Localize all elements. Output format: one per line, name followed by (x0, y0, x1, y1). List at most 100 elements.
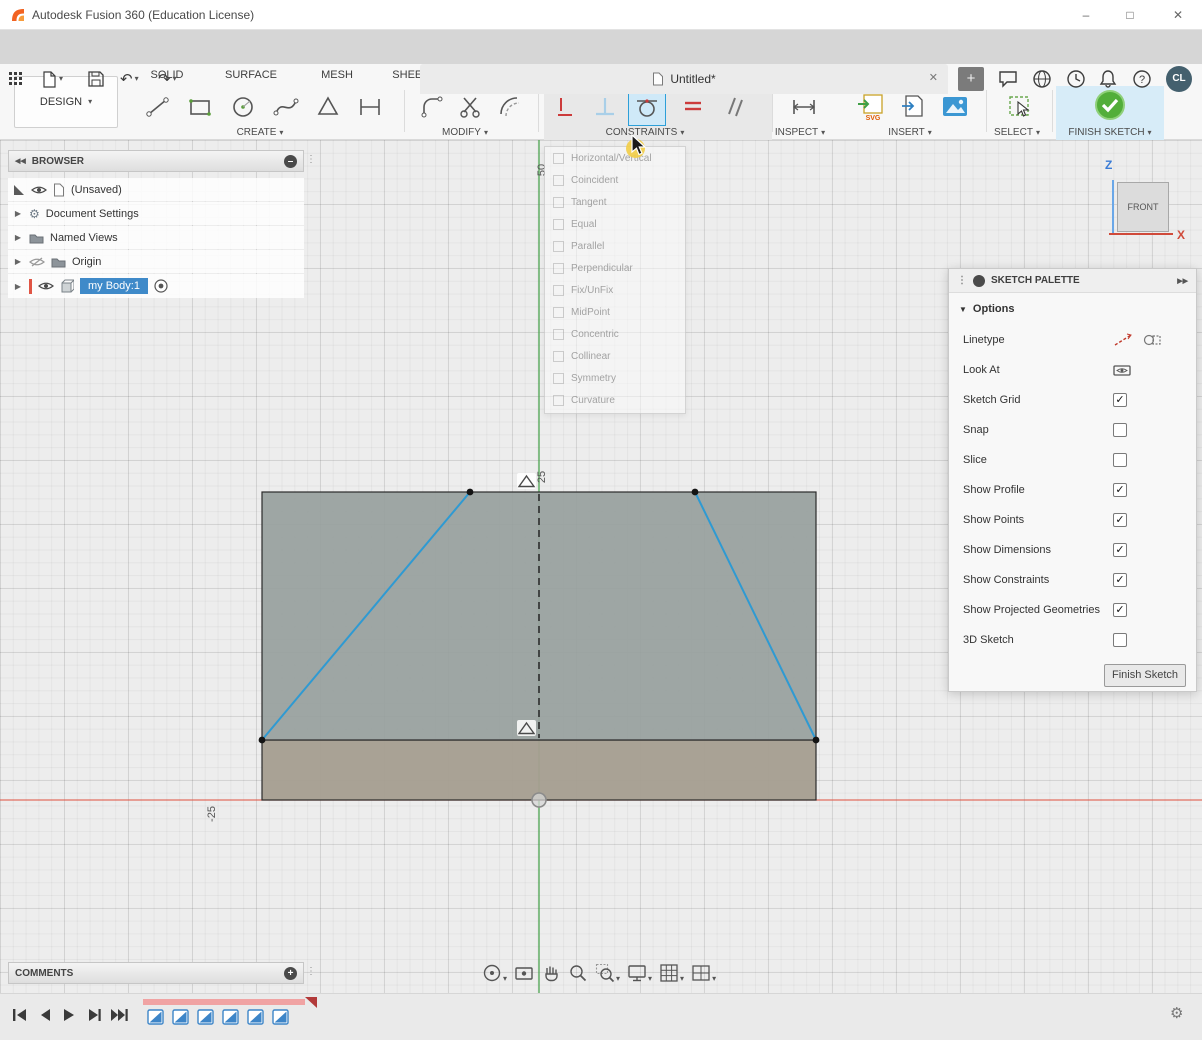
parallel-constraint-button[interactable] (718, 90, 752, 124)
insert-group-label[interactable]: INSERT ▾ (866, 126, 954, 139)
timeline-feature-sketch[interactable] (221, 1007, 241, 1027)
create-group-label[interactable]: CREATE ▾ (215, 126, 305, 139)
show-points-checkbox[interactable]: ✓ (1113, 513, 1127, 527)
polygon-tool-button[interactable] (310, 90, 346, 124)
timeline-rollback-bar[interactable] (143, 999, 305, 1005)
offset-tool-button[interactable] (492, 90, 528, 124)
ground-target-icon[interactable] (154, 279, 168, 293)
user-avatar[interactable]: CL (1166, 66, 1192, 92)
options-section-header[interactable]: ▼ Options (949, 293, 1196, 325)
equal-constraint-button[interactable] (676, 90, 710, 124)
minimize-button[interactable]: – (1068, 0, 1104, 30)
close-button[interactable]: ✕ (1160, 0, 1196, 30)
expand-arrow-icon[interactable]: ▶ (13, 282, 23, 291)
palette-drag-grip[interactable]: ⋮ (957, 275, 967, 286)
sketch-point[interactable] (692, 489, 699, 496)
inspect-group-label[interactable]: INSPECT ▾ (757, 126, 843, 139)
timeline-go-to-start-button[interactable] (8, 1003, 31, 1026)
sketch-palette-header[interactable]: ⋮ SKETCH PALETTE ▶▶ (949, 269, 1196, 293)
show-dimensions-checkbox[interactable]: ✓ (1113, 543, 1127, 557)
insert-svg-button[interactable]: SVG (852, 90, 888, 124)
grid-settings-button[interactable]: ▾ (659, 963, 684, 983)
slice-checkbox[interactable] (1113, 453, 1127, 467)
viewcube[interactable]: Z FRONT X (1095, 152, 1199, 252)
fillet-tool-button[interactable] (414, 90, 450, 124)
viewports-button[interactable]: ▾ (691, 963, 716, 983)
horizontal-vertical-constraint-button[interactable] (548, 90, 582, 124)
menu-item-perpendicular[interactable]: Perpendicular (545, 257, 685, 279)
timeline-feature-sketch[interactable] (246, 1007, 266, 1027)
menu-item-equal[interactable]: Equal (545, 213, 685, 235)
browser-collapse-button[interactable]: – (284, 155, 297, 168)
menu-item-fix-unfix[interactable]: Fix/UnFix (545, 279, 685, 301)
circle-tool-button[interactable] (225, 90, 261, 124)
save-button[interactable] (88, 68, 104, 90)
show-constraints-checkbox[interactable]: ✓ (1113, 573, 1127, 587)
constraint-glyph-bottom[interactable] (517, 720, 536, 736)
timeline-play-button[interactable] (57, 1003, 80, 1026)
expand-arrow-icon[interactable]: ▶ (13, 257, 23, 266)
timeline-settings-button[interactable]: ⚙ (1170, 1004, 1183, 1022)
extensions-button[interactable] (1032, 68, 1052, 90)
tab-mesh[interactable]: MESH (316, 64, 358, 86)
file-menu-button[interactable]: ▾ (42, 68, 63, 90)
select-group-label[interactable]: SELECT ▾ (974, 126, 1060, 139)
orbit-button[interactable]: ▾ (482, 963, 507, 983)
menu-item-collinear[interactable]: Collinear (545, 345, 685, 367)
timeline-step-forward-button[interactable] (82, 1003, 105, 1026)
construction-line-icon[interactable] (1113, 333, 1133, 347)
timeline-feature-sketch[interactable] (196, 1007, 216, 1027)
constraint-glyph-top[interactable] (517, 473, 536, 489)
tab-surface[interactable]: SURFACE (222, 64, 280, 86)
rectangle-tool-button[interactable] (182, 90, 218, 124)
new-tab-button[interactable]: + (958, 67, 984, 91)
sketch-point[interactable] (813, 737, 820, 744)
timeline-step-back-button[interactable] (33, 1003, 56, 1026)
menu-item-curvature[interactable]: Curvature (545, 389, 685, 411)
browser-row-origin[interactable]: ▶ Origin (8, 250, 304, 273)
timeline-marker[interactable] (305, 997, 317, 1008)
timeline-feature-sketch[interactable] (146, 1007, 166, 1027)
eye-icon[interactable] (38, 280, 54, 292)
menu-item-concentric[interactable]: Concentric (545, 323, 685, 345)
snap-checkbox[interactable] (1113, 423, 1127, 437)
menu-item-symmetry[interactable]: Symmetry (545, 367, 685, 389)
expand-arrow-icon[interactable]: ▶ (13, 233, 23, 242)
job-status-button[interactable] (1066, 68, 1086, 90)
modify-group-label[interactable]: MODIFY ▾ (420, 126, 510, 139)
zoom-button[interactable] (568, 963, 588, 983)
menu-item-tangent[interactable]: Tangent (545, 191, 685, 213)
show-profile-checkbox[interactable]: ✓ (1113, 483, 1127, 497)
sketch-dimension-button[interactable] (352, 90, 388, 124)
browser-panel-header[interactable]: ◀◀ BROWSER – (8, 150, 304, 172)
menu-item-parallel[interactable]: Parallel (545, 235, 685, 257)
maximize-button[interactable]: □ (1112, 0, 1148, 30)
comments-panel-header[interactable]: COMMENTS + (8, 962, 304, 984)
finish-sketch-palette-button[interactable]: Finish Sketch (1104, 664, 1186, 687)
help-button[interactable]: ? (1132, 68, 1152, 90)
comments-expand-button[interactable]: + (284, 967, 297, 980)
comments-resize-grip[interactable]: ⋮ (306, 966, 316, 977)
redo-button[interactable]: ↷ ▾ (158, 68, 177, 90)
sketch-point[interactable] (467, 489, 474, 496)
menu-item-coincident[interactable]: Coincident (545, 169, 685, 191)
eye-icon[interactable] (31, 184, 47, 196)
app-grid-button[interactable] (8, 68, 24, 90)
timeline-feature-sketch[interactable] (171, 1007, 191, 1027)
timeline-go-to-end-button[interactable] (107, 1003, 130, 1026)
zoom-window-button[interactable]: ▾ (595, 963, 620, 983)
insert-image-button[interactable] (937, 90, 973, 124)
display-settings-button[interactable]: ▾ (627, 963, 652, 983)
3d-sketch-checkbox[interactable] (1113, 633, 1127, 647)
finish-sketch-button[interactable]: FINISH SKETCH ▾ (1056, 86, 1164, 140)
expand-arrow-icon[interactable]: ▶ (13, 209, 23, 218)
line-tool-button[interactable] (140, 90, 176, 124)
browser-row-document[interactable]: (Unsaved) (8, 178, 304, 201)
comments-panel-button[interactable] (998, 68, 1018, 90)
browser-row-document-settings[interactable]: ▶ ⚙ Document Settings (8, 202, 304, 225)
undo-button[interactable]: ↶ ▾ (120, 68, 139, 90)
insert-dxf-button[interactable] (895, 90, 931, 124)
centerline-icon[interactable] (1143, 333, 1161, 347)
browser-row-named-views[interactable]: ▶ Named Views (8, 226, 304, 249)
show-projected-geometries-checkbox[interactable]: ✓ (1113, 603, 1127, 617)
